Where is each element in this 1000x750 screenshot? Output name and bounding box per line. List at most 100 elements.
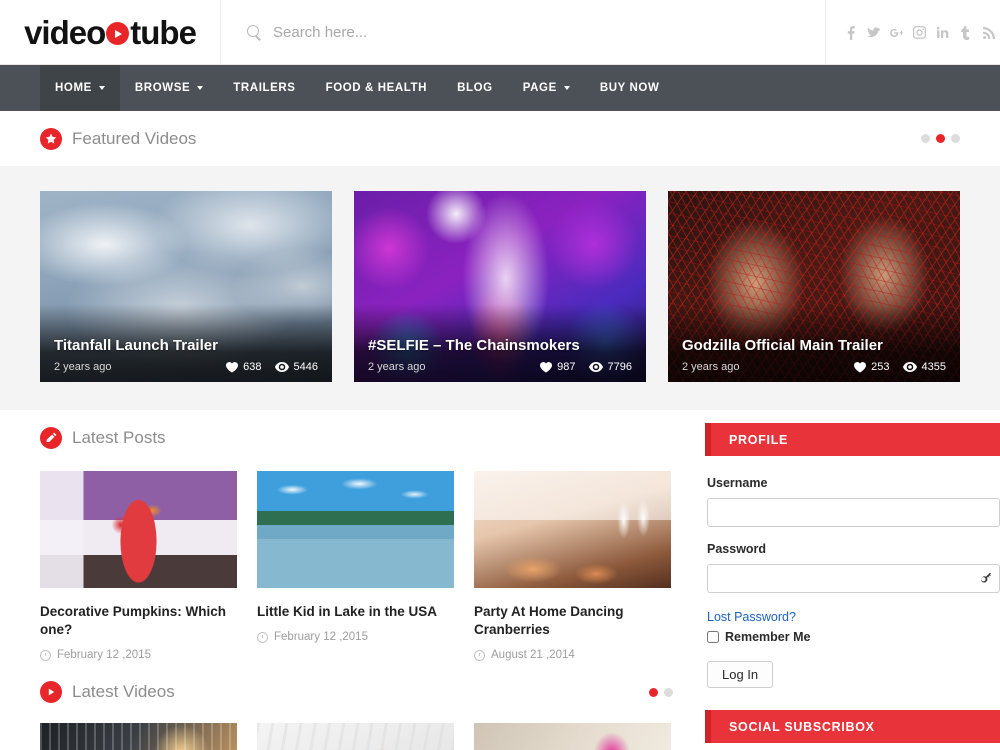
social-links bbox=[825, 0, 1000, 65]
nav-item-food-health[interactable]: Food & Health bbox=[311, 65, 443, 111]
logo-text: video tube bbox=[24, 14, 197, 51]
social-subscribox-widget: SOCIAL SUBSCRIBOX bbox=[705, 710, 1000, 743]
view-count-value: 4355 bbox=[921, 361, 946, 373]
remember-me-label[interactable]: Remember Me bbox=[725, 630, 810, 644]
carousel-dot-1[interactable] bbox=[921, 134, 930, 143]
clock-icon bbox=[40, 649, 51, 661]
search-icon bbox=[247, 25, 262, 40]
remember-me-checkbox[interactable] bbox=[707, 631, 719, 643]
featured-card-title: Godzilla Official Main Trailer bbox=[682, 337, 883, 354]
username-label: Username bbox=[707, 476, 768, 490]
password-label: Password bbox=[707, 542, 767, 556]
view-count: 4355 bbox=[902, 361, 946, 373]
post-card[interactable]: Party At Home Dancing Cranberries August… bbox=[474, 471, 671, 661]
play-circle-icon bbox=[106, 22, 130, 45]
pencil-circle-icon bbox=[40, 426, 62, 449]
section-title: Featured Videos bbox=[72, 128, 197, 148]
video-card[interactable] bbox=[257, 723, 454, 750]
like-count-value: 987 bbox=[557, 361, 576, 373]
featured-card-title: Titanfall Launch Trailer bbox=[54, 337, 218, 354]
nav-label-page: Page bbox=[522, 82, 557, 94]
nav-label-browse: Browse bbox=[134, 82, 191, 94]
view-count-value: 5446 bbox=[293, 361, 318, 373]
post-date-value: August 21 ,2014 bbox=[491, 649, 575, 662]
post-date: August 21 ,2014 bbox=[474, 649, 671, 661]
chevron-down-icon bbox=[197, 86, 204, 90]
google-plus-icon[interactable] bbox=[890, 25, 903, 41]
play-circle-icon bbox=[40, 681, 62, 704]
post-thumbnail bbox=[474, 471, 671, 588]
login-button[interactable]: Log In bbox=[707, 661, 774, 688]
featured-card-age: 2 years ago bbox=[54, 361, 112, 373]
nav-item-home[interactable]: Home bbox=[40, 65, 120, 111]
view-count: 7796 bbox=[588, 361, 632, 373]
featured-card[interactable]: Godzilla Official Main Trailer 2 years a… bbox=[668, 191, 960, 382]
like-count-value: 253 bbox=[871, 361, 890, 373]
facebook-icon[interactable] bbox=[844, 25, 857, 41]
section-title: Latest Posts bbox=[72, 427, 166, 447]
nav-item-blog[interactable]: Blog bbox=[442, 65, 508, 111]
nav-label-home: Home bbox=[55, 82, 92, 94]
social-subscribox-heading: SOCIAL SUBSCRIBOX bbox=[705, 710, 1000, 743]
nav-label-buy-now: Buy Now bbox=[599, 82, 660, 94]
featured-card[interactable]: Titanfall Launch Trailer 2 years ago 638… bbox=[40, 191, 332, 382]
carousel-dot-3[interactable] bbox=[951, 134, 960, 143]
tumblr-icon[interactable] bbox=[959, 25, 972, 41]
profile-widget: PROFILE Username Password Lost Password?… bbox=[705, 423, 1000, 688]
featured-card-age: 2 years ago bbox=[368, 361, 426, 373]
password-field[interactable] bbox=[707, 564, 1000, 593]
username-field[interactable] bbox=[707, 498, 1000, 527]
top-bar: video tube bbox=[0, 0, 1000, 65]
video-card[interactable] bbox=[40, 723, 237, 750]
nav-label-food-health: Food & Health bbox=[325, 82, 428, 94]
password-input[interactable] bbox=[708, 565, 999, 592]
post-date-value: February 12 ,2015 bbox=[274, 631, 368, 644]
latest-videos-header: Latest Videos bbox=[40, 661, 673, 724]
clock-icon bbox=[257, 631, 268, 643]
twitter-icon[interactable] bbox=[867, 25, 880, 41]
remember-me-row[interactable]: Remember Me bbox=[707, 630, 1000, 644]
main-navigation: Home Browse Trailers Food & Health Blog … bbox=[0, 65, 1000, 111]
post-title[interactable]: Decorative Pumpkins: Which one? bbox=[40, 603, 237, 639]
logo[interactable]: video tube bbox=[0, 0, 221, 65]
nav-item-buy-now[interactable]: Buy Now bbox=[585, 65, 675, 111]
rss-icon[interactable] bbox=[982, 25, 995, 41]
featured-carousel: Titanfall Launch Trailer 2 years ago 638… bbox=[0, 166, 1000, 410]
search-bar[interactable] bbox=[221, 0, 825, 65]
carousel-dot-2[interactable] bbox=[936, 134, 945, 143]
like-count-value: 638 bbox=[243, 361, 262, 373]
videos-dot-2[interactable] bbox=[664, 687, 673, 697]
post-date-value: February 12 ,2015 bbox=[57, 649, 151, 662]
post-date: February 12 ,2015 bbox=[40, 649, 237, 661]
star-circle-icon bbox=[40, 127, 62, 150]
post-date: February 12 ,2015 bbox=[257, 631, 454, 643]
heart-icon bbox=[540, 361, 553, 373]
featured-card[interactable]: #SELFIE – The Chainsmokers 2 years ago 9… bbox=[354, 191, 646, 382]
nav-label-blog: Blog bbox=[457, 82, 493, 94]
profile-widget-heading: PROFILE bbox=[705, 423, 1000, 456]
videos-dot-1[interactable] bbox=[649, 687, 658, 697]
nav-item-page[interactable]: Page bbox=[508, 65, 585, 111]
view-count: 5446 bbox=[274, 361, 318, 373]
eye-icon bbox=[902, 362, 917, 372]
linkedin-icon[interactable] bbox=[936, 25, 949, 41]
nav-item-browse[interactable]: Browse bbox=[120, 65, 218, 111]
nav-item-trailers[interactable]: Trailers bbox=[218, 65, 310, 111]
video-card[interactable] bbox=[474, 723, 671, 750]
heart-icon bbox=[226, 361, 239, 373]
lost-password-link[interactable]: Lost Password? bbox=[707, 610, 796, 624]
post-card[interactable]: Little Kid in Lake in the USA February 1… bbox=[257, 471, 454, 661]
eye-icon bbox=[274, 362, 289, 372]
featured-pagination bbox=[921, 134, 960, 143]
logo-text-right: tube bbox=[130, 14, 197, 51]
instagram-icon[interactable] bbox=[913, 25, 926, 41]
featured-card-age: 2 years ago bbox=[682, 361, 740, 373]
post-card[interactable]: Decorative Pumpkins: Which one? February… bbox=[40, 471, 237, 661]
search-input[interactable] bbox=[273, 24, 693, 41]
featured-card-title: #SELFIE – The Chainsmokers bbox=[368, 337, 580, 354]
latest-videos-pagination bbox=[649, 687, 673, 697]
post-title[interactable]: Little Kid in Lake in the USA bbox=[257, 603, 454, 621]
username-input[interactable] bbox=[708, 499, 999, 526]
post-title[interactable]: Party At Home Dancing Cranberries bbox=[474, 603, 671, 639]
post-thumbnail bbox=[40, 471, 237, 588]
